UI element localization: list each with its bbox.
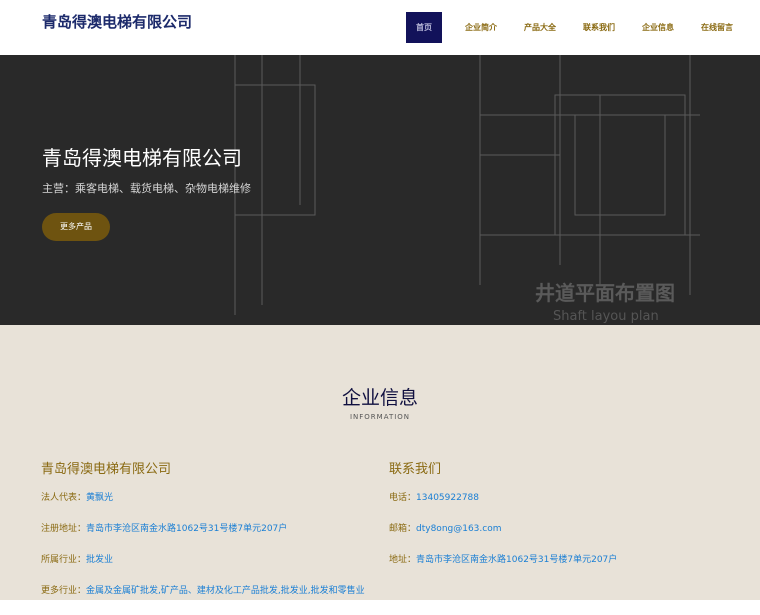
- info-row-legal-rep: 法人代表：黄飘光: [41, 493, 114, 503]
- nav-products[interactable]: 产品大全: [515, 12, 565, 43]
- info-row-address: 注册地址：青岛市李沧区南金水路1062号31号楼7单元207户: [41, 524, 288, 534]
- contact-row-email: 邮箱：dty8ong@163.com: [389, 524, 502, 534]
- nav-message[interactable]: 在线留言: [692, 12, 742, 43]
- contact-details: 联系我们 电话：13405922788 邮箱：dty8ong@163.com 地…: [389, 458, 729, 584]
- company-name: 青岛得澳电梯有限公司: [41, 462, 172, 477]
- section-subtitle: INFORMATION: [349, 413, 411, 421]
- contact-row-phone: 电话：13405922788: [389, 493, 480, 503]
- info-row-more-industry: 更多行业：金属及金属矿批发,矿产品、建材及化工产品批发,批发业,批发和零售业: [41, 586, 365, 596]
- contact-title: 联系我们: [389, 462, 442, 477]
- nav-contact[interactable]: 联系我们: [574, 12, 624, 43]
- company-details: 青岛得澳电梯有限公司 法人代表：黄飘光 注册地址：青岛市李沧区南金水路1062号…: [41, 458, 381, 615]
- site-header: 青岛得澳电梯有限公司 首页 企业简介 产品大全 联系我们 企业信息 在线留言: [0, 0, 760, 55]
- nav-company-info[interactable]: 企业信息: [633, 12, 683, 43]
- hero-banner: 井道平面布置图 Shaft layou plan 青岛得澳电梯有限公司 主营：乘…: [0, 55, 760, 325]
- hero-title: 青岛得澳电梯有限公司: [42, 146, 242, 170]
- contact-row-address: 地址：青岛市李沧区南金水路1062号31号楼7单元207户: [389, 555, 618, 565]
- site-logo[interactable]: 青岛得澳电梯有限公司: [42, 11, 192, 32]
- company-info-section: 企业信息 INFORMATION 青岛得澳电梯有限公司 法人代表：黄飘光 注册地…: [0, 325, 760, 600]
- nav-home[interactable]: 首页: [406, 12, 442, 43]
- hero-subtitle: 主营：乘客电梯、载货电梯、杂物电梯维修: [42, 182, 251, 195]
- more-products-button[interactable]: 更多产品: [42, 213, 110, 241]
- blueprint-subtitle: Shaft layou plan: [553, 309, 659, 324]
- main-nav: 首页 企业简介 产品大全 联系我们 企业信息 在线留言: [406, 12, 751, 43]
- nav-about[interactable]: 企业简介: [456, 12, 506, 43]
- section-title: 企业信息: [341, 387, 418, 409]
- info-row-industry: 所属行业：批发业: [41, 555, 114, 565]
- blueprint-title: 井道平面布置图: [535, 281, 675, 305]
